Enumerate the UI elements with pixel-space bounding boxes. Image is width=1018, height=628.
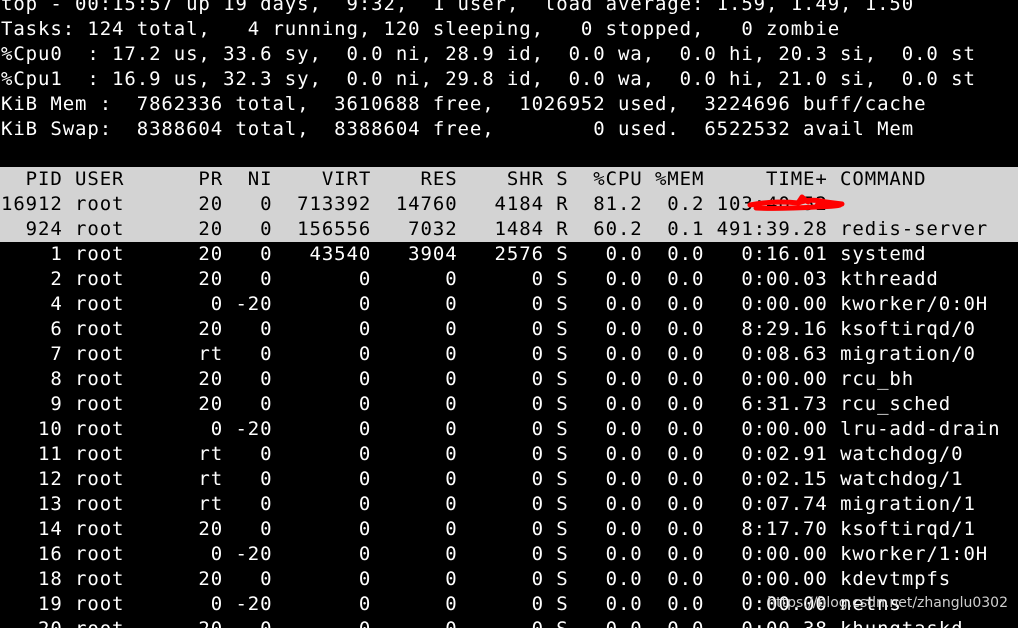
process-row: 20 root 20 0 0 0 0 S 0.0 0.0 0:00.38 khu…: [0, 617, 1018, 628]
process-row: 13 root rt 0 0 0 0 S 0.0 0.0 0:07.74 mig…: [0, 492, 1018, 517]
process-command: migration/0: [840, 343, 976, 365]
process-command: kworker/1:0H: [840, 543, 989, 565]
process-row: 11 root rt 0 0 0 0 S 0.0 0.0 0:02.91 wat…: [0, 442, 1018, 467]
terminal-window: top - 00:15:57 up 19 days, 9:32, 1 user,…: [0, 0, 1018, 628]
process-stats: 16 root 0 -20 0 0 0 S 0.0 0.0 0:00.00: [1, 543, 841, 565]
process-stats: 4 root 0 -20 0 0 0 S 0.0 0.0 0:00.00: [1, 293, 841, 315]
process-stats: 2 root 20 0 0 0 0 S 0.0 0.0 0:00.03: [1, 268, 841, 290]
process-row: 10 root 0 -20 0 0 0 S 0.0 0.0 0:00.00 lr…: [0, 417, 1018, 442]
process-command: watchdog/1: [840, 468, 964, 490]
process-row: 4 root 0 -20 0 0 0 S 0.0 0.0 0:00.00 kwo…: [0, 292, 1018, 317]
process-stats: 7 root rt 0 0 0 0 S 0.0 0.0 0:08.63: [1, 343, 841, 365]
process-row: 924 root 20 0 156556 7032 1484 R 60.2 0.…: [0, 217, 1018, 242]
process-command: kthreadd: [840, 268, 939, 290]
process-stats: 10 root 0 -20 0 0 0 S 0.0 0.0 0:00.00: [1, 418, 841, 440]
process-row: 8 root 20 0 0 0 0 S 0.0 0.0 0:00.00 rcu_…: [0, 367, 1018, 392]
process-stats: 8 root 20 0 0 0 0 S 0.0 0.0 0:00.00: [1, 368, 841, 390]
process-command: ksoftirqd/0: [840, 318, 976, 340]
process-stats: 1 root 20 0 43540 3904 2576 S 0.0 0.0 0:…: [1, 243, 841, 265]
cpu1-line: %Cpu1 : 16.9 us, 32.3 sy, 0.0 ni, 29.8 i…: [1, 68, 976, 90]
process-command: ksoftirqd/1: [840, 518, 976, 540]
process-table-header: PID USER PR NI VIRT RES SHR S %CPU %MEM …: [0, 167, 1018, 192]
process-command: rcu_bh: [840, 368, 915, 390]
process-command: khungtaskd: [840, 618, 963, 628]
process-command: systemd: [840, 243, 927, 265]
top-uptime-line: top - 00:15:57 up 19 days, 9:32, 1 user,…: [1, 0, 915, 15]
memory-line: KiB Mem : 7862336 total, 3610688 free, 1…: [1, 93, 927, 115]
tasks-line: Tasks: 124 total, 4 running, 120 sleepin…: [1, 18, 841, 40]
process-stats: 924 root 20 0 156556 7032 1484 R 60.2 0.…: [1, 218, 841, 240]
terminal-output: top - 00:15:57 up 19 days, 9:32, 1 user,…: [0, 0, 1018, 628]
process-stats: 12 root rt 0 0 0 0 S 0.0 0.0 0:02.15: [1, 468, 841, 490]
process-command: kdevtmpfs: [840, 568, 952, 590]
process-command: redis-server: [840, 218, 989, 240]
process-stats: 20 root 20 0 0 0 0 S 0.0 0.0 0:00.38: [1, 618, 840, 628]
process-command: migration/1: [840, 493, 976, 515]
cpu0-line: %Cpu0 : 17.2 us, 33.6 sy, 0.0 ni, 28.9 i…: [1, 43, 976, 65]
process-command: lru-add-drain: [840, 418, 1001, 440]
process-stats: 11 root rt 0 0 0 0 S 0.0 0.0 0:02.91: [1, 443, 841, 465]
process-row: 7 root rt 0 0 0 0 S 0.0 0.0 0:08.63 migr…: [0, 342, 1018, 367]
process-table: 16912 root 20 0 713392 14760 4184 R 81.2…: [0, 192, 1018, 628]
process-stats: 19 root 0 -20 0 0 0 S 0.0 0.0 0:00.00: [1, 593, 841, 615]
process-command: kworker/0:0H: [840, 293, 989, 315]
process-stats: 9 root 20 0 0 0 0 S 0.0 0.0 6:31.73: [1, 393, 841, 415]
process-row: 16912 root 20 0 713392 14760 4184 R 81.2…: [0, 192, 1018, 217]
redaction-scribble: [747, 194, 845, 211]
process-row: 12 root rt 0 0 0 0 S 0.0 0.0 0:02.15 wat…: [0, 467, 1018, 492]
process-row: 1 root 20 0 43540 3904 2576 S 0.0 0.0 0:…: [0, 242, 1018, 267]
process-row: 14 root 20 0 0 0 0 S 0.0 0.0 8:17.70 kso…: [0, 517, 1018, 542]
process-command: watchdog/0: [840, 443, 964, 465]
process-row: 9 root 20 0 0 0 0 S 0.0 0.0 6:31.73 rcu_…: [0, 392, 1018, 417]
process-stats: 16912 root 20 0 713392 14760 4184 R 81.2…: [1, 193, 841, 215]
process-stats: 6 root 20 0 0 0 0 S 0.0 0.0 8:29.16: [1, 318, 841, 340]
process-row: 2 root 20 0 0 0 0 S 0.0 0.0 0:00.03 kthr…: [0, 267, 1018, 292]
process-stats: 18 root 20 0 0 0 0 S 0.0 0.0 0:00.00: [1, 568, 841, 590]
process-stats: 13 root rt 0 0 0 0 S 0.0 0.0 0:07.74: [1, 493, 841, 515]
process-row: 6 root 20 0 0 0 0 S 0.0 0.0 8:29.16 ksof…: [0, 317, 1018, 342]
watermark-text: https://blog.csdn.net/zhanglu0302: [767, 595, 1008, 611]
swap-line: KiB Swap: 8388604 total, 8388604 free, 0…: [1, 118, 915, 140]
process-row: 18 root 20 0 0 0 0 S 0.0 0.0 0:00.00 kde…: [0, 567, 1018, 592]
process-stats: 14 root 20 0 0 0 0 S 0.0 0.0 8:17.70: [1, 518, 841, 540]
process-command: rcu_sched: [840, 393, 952, 415]
process-row: 16 root 0 -20 0 0 0 S 0.0 0.0 0:00.00 kw…: [0, 542, 1018, 567]
